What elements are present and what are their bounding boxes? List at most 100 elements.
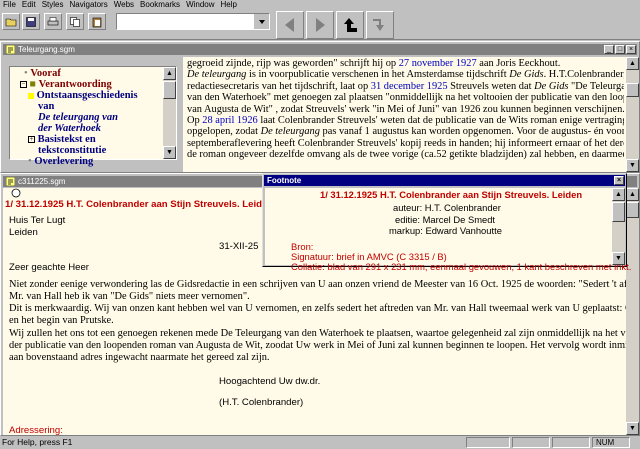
adressering-label: Adressering:: [9, 425, 63, 435]
text-run: De Gids: [509, 69, 544, 81]
menu-navigators[interactable]: Navigators: [66, 0, 110, 10]
navigator-tree: • Vooraf − ■ Verantwoording Ontstaansges…: [9, 66, 177, 167]
status-bar: For Help, press F1 NUM: [0, 436, 640, 449]
body-line: Niet zonder eenige verwondering las de G…: [9, 279, 626, 290]
save-button[interactable]: [22, 13, 40, 30]
text-line: septemberaflevering heeft Colenbrander S…: [187, 138, 624, 149]
up-button[interactable]: [336, 11, 364, 39]
date-link[interactable]: 27 november 1927: [399, 58, 477, 69]
address-line: Huis Ter Lugt: [9, 215, 66, 226]
text-run: opgelopen, zodat: [187, 126, 261, 138]
status-panel: [552, 437, 590, 448]
letter-scrollbar[interactable]: ▲ ▼: [626, 188, 639, 435]
down-button[interactable]: [366, 11, 394, 39]
scroll-up-button[interactable]: ▲: [612, 188, 625, 201]
window-titlebar[interactable]: Teleurgang.sgm _ □ ×: [3, 44, 637, 55]
body-line: der publicatie van den loopenden roman v…: [9, 340, 626, 351]
collapse-icon[interactable]: −: [20, 81, 27, 89]
date-link[interactable]: 31 december 1925: [371, 81, 448, 92]
scroll-down-button[interactable]: ▼: [626, 159, 639, 172]
copy-button[interactable]: [66, 13, 84, 30]
arrow-right-icon: [316, 18, 325, 32]
footnote-titlebar[interactable]: Footnote ×: [264, 175, 625, 186]
scroll-up-button[interactable]: ▲: [626, 188, 639, 201]
menu-webs[interactable]: Webs: [111, 0, 137, 10]
tree-item-label-cont: De teleurgang van: [38, 112, 118, 123]
text-run: aan Joris Eeckhout.: [476, 58, 561, 69]
text-run: de roman ongeveer dezelfde omvang als de…: [187, 149, 624, 161]
minimize-button[interactable]: _: [604, 45, 614, 54]
mdi-area: Teleurgang.sgm _ □ × • Vooraf − ■ Verant…: [0, 41, 640, 436]
open-file-button[interactable]: [2, 13, 20, 30]
scroll-down-button[interactable]: ▼: [612, 252, 625, 265]
text-run: van den Waterhoek" met genoegen zal plaa…: [187, 92, 624, 104]
book-icon: ■: [29, 79, 36, 90]
tree-item-label-cont: tekstconstitutie: [38, 145, 107, 156]
maximize-button[interactable]: □: [615, 45, 625, 54]
folder-icon: [5, 18, 17, 26]
window-title: c311225.sgm: [18, 177, 66, 186]
closing: Hoogachtend Uw dw.dr.: [219, 376, 321, 387]
forward-button[interactable]: [306, 11, 334, 39]
menu-styles[interactable]: Styles: [39, 0, 67, 10]
tree-item-label-cont: van: [38, 101, 55, 112]
letter-date: 31-XII-25: [219, 241, 259, 252]
footnote-title: Footnote: [267, 176, 302, 185]
menu-edit[interactable]: Edit: [19, 0, 39, 10]
menu-bookmarks[interactable]: Bookmarks: [137, 0, 183, 10]
date-link[interactable]: 28 april 1926: [202, 115, 257, 126]
tree-item-verantwoording[interactable]: − ■ Verantwoording: [20, 79, 112, 90]
scroll-thumb[interactable]: [626, 202, 639, 218]
navigator-combo[interactable]: [116, 13, 270, 30]
text-run: "De Teleurgang: [571, 80, 624, 92]
tree-item-overlevering[interactable]: • Overlevering: [28, 156, 93, 167]
footnote-content[interactable]: 1/ 31.12.1925 H.T. Colenbrander aan Stij…: [265, 188, 631, 272]
paste-button[interactable]: [88, 13, 106, 30]
text-run: is in voorpublicatie verschenen in het A…: [246, 69, 510, 81]
text-line: gegroeid zijnde, rijp was geworden" schr…: [187, 58, 624, 69]
text-run: Op: [187, 115, 203, 127]
text-run: Streuvels weten dat: [447, 80, 535, 92]
text-run: redactiesecretaris van het tijdschrift, …: [187, 80, 371, 92]
footnote-scrollbar[interactable]: ▲ ▼: [612, 188, 625, 265]
text-run: De teleurgang: [187, 69, 247, 81]
chevron-down-icon[interactable]: [254, 14, 269, 29]
scroll-thumb[interactable]: [612, 202, 625, 222]
close-button[interactable]: ×: [614, 176, 624, 185]
arrow-down-return-icon: [373, 19, 384, 31]
document-icon: [6, 45, 15, 54]
text-run: . H.T.Colenbrander,: [543, 69, 624, 81]
body-line: Dit is merkwaardig. Wij van onzen kant h…: [9, 303, 626, 314]
tree-item-basistekst[interactable]: + Basistekst en: [28, 134, 96, 145]
status-panel: [466, 437, 510, 448]
text-run: De teleurgang: [260, 126, 320, 138]
floppy-icon: [26, 16, 36, 27]
tree-scrollbar[interactable]: ▲ ▼: [163, 67, 176, 159]
expand-icon[interactable]: +: [28, 136, 35, 144]
menu-help[interactable]: Help: [218, 0, 240, 10]
status-panel: [512, 437, 550, 448]
print-button[interactable]: [44, 13, 62, 30]
printer-icon: [47, 16, 59, 25]
footnote-edition: editie: Marcel De Smedt: [395, 214, 496, 225]
menu-bar: File Edit Styles Navigators Webs Bookmar…: [0, 0, 640, 10]
tree-item-vooraf[interactable]: • Vooraf: [24, 68, 61, 79]
menu-window[interactable]: Window: [183, 0, 217, 10]
clipboard-icon: [92, 17, 102, 27]
scroll-up-button[interactable]: ▲: [626, 57, 639, 70]
tree-item-ontstaansgeschiedenis[interactable]: Ontstaansgeschiedenis: [28, 90, 138, 101]
document-text-pane[interactable]: gegroeid zijnde, rijp was geworden" schr…: [183, 57, 626, 172]
scroll-up-button[interactable]: ▲: [163, 67, 176, 80]
menu-file[interactable]: File: [0, 0, 19, 10]
close-button[interactable]: ×: [626, 45, 636, 54]
back-button[interactable]: [276, 11, 304, 39]
scroll-down-button[interactable]: ▼: [163, 146, 176, 159]
scroll-thumb[interactable]: [163, 81, 176, 99]
arrow-up-return-icon: [344, 18, 357, 32]
scroll-thumb[interactable]: [626, 83, 639, 97]
body-line: aan bovenstaand adres ingewacht naarmate…: [9, 352, 270, 363]
text-run: gegroeid zijnde, rijp was geworden" schr…: [187, 58, 399, 69]
document-scrollbar[interactable]: ▲ ▼: [626, 57, 639, 172]
scroll-down-button[interactable]: ▼: [626, 422, 639, 435]
footnote-heading: 1/ 31.12.1925 H.T. Colenbrander aan Stij…: [320, 189, 583, 200]
